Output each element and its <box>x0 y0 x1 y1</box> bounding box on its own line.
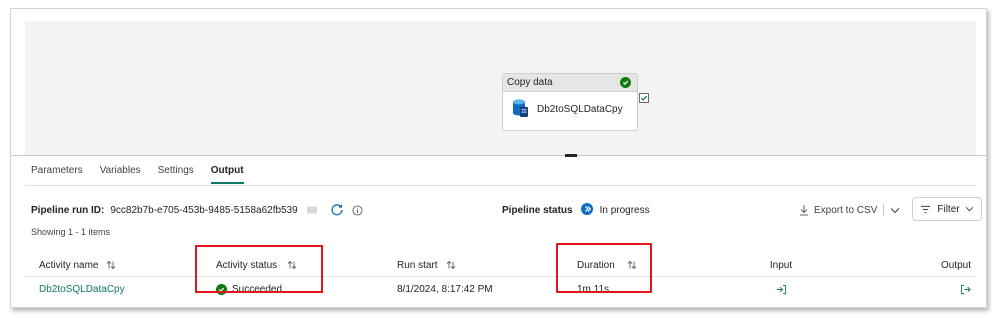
run-start-value: 8/1/2024, 8:17:42 PM <box>397 283 493 295</box>
tab-variables[interactable]: Variables <box>100 165 141 184</box>
run-id-label: Pipeline run ID: <box>31 204 105 216</box>
pipeline-status-label: Pipeline status <box>502 204 573 216</box>
pipeline-run-bar: Pipeline run ID: 9cc82b7b-e705-453b-9485… <box>31 197 982 221</box>
sort-icon[interactable] <box>446 260 456 270</box>
input-icon[interactable] <box>776 284 787 295</box>
splitter-grip-handle[interactable] <box>565 154 577 157</box>
output-icon[interactable] <box>960 284 971 295</box>
pipeline-canvas[interactable]: Copy data Db2toSQLDataCpy <box>25 21 976 155</box>
column-header-run-start[interactable]: Run start <box>397 253 456 277</box>
pipeline-status: Pipeline status In progress <box>502 202 650 218</box>
highlight-box-duration <box>556 243 652 293</box>
tab-settings[interactable]: Settings <box>158 165 194 184</box>
activity-card-body: Db2toSQLDataCpy <box>503 92 637 121</box>
chevron-down-icon <box>965 206 974 212</box>
activity-card-header: Copy data <box>503 74 637 92</box>
tab-output[interactable]: Output <box>210 165 244 184</box>
highlight-box-activity-status <box>195 245 323 293</box>
export-label: Export to CSV <box>814 204 878 216</box>
refresh-icon[interactable] <box>330 203 344 217</box>
filter-label: Filter <box>937 203 960 215</box>
filter-icon <box>920 205 931 214</box>
items-count: Showing 1 - 1 items <box>31 227 111 237</box>
pipeline-status-value: In progress <box>599 204 650 216</box>
database-icon <box>511 98 529 121</box>
activity-name-link[interactable]: Db2toSQLDataCpy <box>39 284 125 295</box>
column-header-activity-name[interactable]: Activity name <box>39 253 116 277</box>
filter-button[interactable]: Filter <box>912 197 982 221</box>
copy-data-activity-card[interactable]: Copy data Db2toSQLDataCpy <box>502 73 638 131</box>
activity-name-cell: Db2toSQLDataCpy <box>39 277 125 301</box>
tab-parameters[interactable]: Parameters <box>31 165 83 184</box>
pipeline-run-panel: Copy data Db2toSQLDataCpy Parameters Var… <box>10 8 987 308</box>
output-cell <box>937 277 971 301</box>
in-progress-icon <box>580 202 593 218</box>
activity-type-label: Copy data <box>507 77 553 88</box>
activity-runs-table: Activity name Activity status Run start … <box>25 253 976 301</box>
column-label: Activity name <box>39 259 99 271</box>
column-label: Input <box>769 259 793 271</box>
activity-select-checkbox[interactable] <box>639 93 649 103</box>
copy-icon[interactable] <box>306 205 318 215</box>
panel-splitter <box>11 155 986 156</box>
input-cell <box>761 277 801 301</box>
output-tabs: Parameters Variables Settings Output <box>31 165 261 184</box>
table-header: Activity name Activity status Run start … <box>25 253 976 277</box>
column-label: Output <box>940 259 971 271</box>
tabs-divider <box>25 185 976 186</box>
chevron-down-icon[interactable] <box>890 207 900 214</box>
activity-name: Db2toSQLDataCpy <box>537 104 623 115</box>
run-start-cell: 8/1/2024, 8:17:42 PM <box>397 277 493 301</box>
export-divider <box>883 204 885 216</box>
success-check-icon <box>620 77 631 88</box>
run-id-value: 9cc82b7b-e705-453b-9485-5158a62fb539 <box>110 204 298 216</box>
sort-icon[interactable] <box>106 260 116 270</box>
table-row[interactable]: Db2toSQLDataCpy Succeeded 8/1/2024, 8:17… <box>25 277 976 301</box>
column-header-output: Output <box>937 253 971 277</box>
download-icon <box>799 204 809 216</box>
export-to-csv-button[interactable]: Export to CSV <box>799 204 900 216</box>
info-icon[interactable] <box>352 204 363 216</box>
column-header-input: Input <box>761 253 801 277</box>
column-label: Run start <box>397 259 438 271</box>
